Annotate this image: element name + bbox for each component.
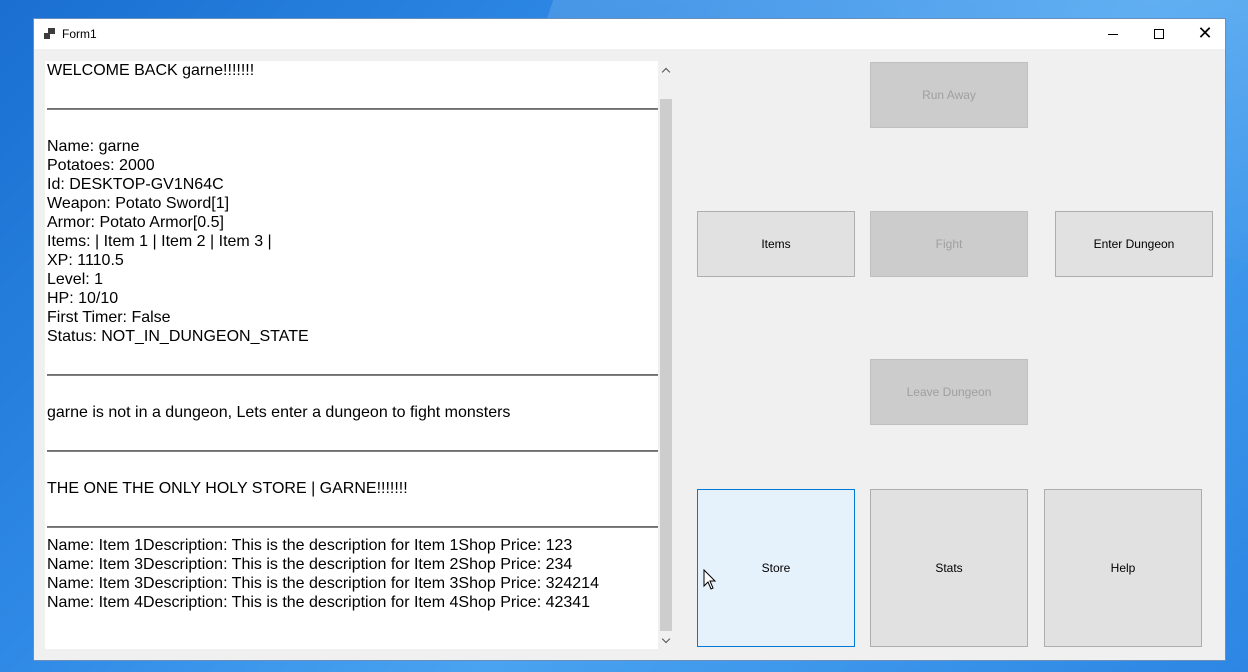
maximize-icon (1154, 29, 1164, 39)
output-textbox[interactable]: WELCOME BACK garne!!!!!!! ——————————————… (45, 61, 659, 649)
text-line: WELCOME BACK garne!!!!!!! (47, 62, 255, 79)
items-button[interactable]: Items (697, 211, 855, 277)
text-line: ————————————————————————————————————————… (47, 366, 659, 383)
close-icon: ✕ (1197, 23, 1213, 44)
text-line: Level: 1 (47, 271, 104, 288)
text-line: Name: Item 4Description: This is the des… (47, 594, 591, 611)
output-text: WELCOME BACK garne!!!!!!! ——————————————… (47, 61, 659, 612)
text-line: Id: DESKTOP-GV1N64C (47, 176, 224, 193)
leave-dungeon-button[interactable]: Leave Dungeon (870, 359, 1028, 425)
minimize-icon (1108, 33, 1118, 35)
help-button[interactable]: Help (1044, 489, 1202, 647)
title-bar[interactable]: Form1 ✕ (34, 19, 1225, 49)
text-line: ————————————————————————————————————————… (47, 100, 659, 117)
scroll-down-button[interactable] (658, 631, 673, 649)
chevron-up-icon (661, 67, 670, 76)
mouse-pointer-icon (703, 569, 717, 590)
text-line: Weapon: Potato Sword[1] (47, 195, 230, 212)
text-line: First Timer: False (47, 309, 171, 326)
fight-button[interactable]: Fight (870, 211, 1028, 277)
scroll-up-button[interactable] (658, 61, 673, 79)
text-line: THE ONE THE ONLY HOLY STORE | GARNE!!!!!… (47, 480, 408, 497)
text-line: Name: Item 3Description: This is the des… (47, 575, 599, 592)
store-button[interactable]: Store (697, 489, 855, 647)
chevron-down-icon (661, 634, 670, 643)
minimize-button[interactable] (1090, 19, 1136, 49)
text-line: Items: | Item 1 | Item 2 | Item 3 | (47, 233, 272, 250)
text-line: Name: garne (47, 138, 140, 155)
text-line: ————————————————————————————————————————… (47, 442, 659, 459)
window-title: Form1 (62, 27, 97, 41)
enter-dungeon-button[interactable]: Enter Dungeon (1055, 211, 1213, 277)
close-button[interactable]: ✕ (1182, 19, 1228, 49)
text-line: ————————————————————————————————————————… (47, 518, 659, 535)
maximize-button[interactable] (1136, 19, 1182, 49)
form-app-icon (44, 28, 55, 39)
scroll-thumb[interactable] (660, 99, 672, 631)
text-line: Name: Item 1Description: This is the des… (47, 537, 573, 554)
text-line: XP: 1110.5 (47, 252, 124, 269)
text-line: Status: NOT_IN_DUNGEON_STATE (47, 328, 309, 345)
text-line: Potatoes: 2000 (47, 157, 155, 174)
main-window: Form1 ✕ WELCOME BACK garne!!!!!!! ——————… (33, 18, 1226, 661)
text-line: Name: Item 3Description: This is the des… (47, 556, 573, 573)
text-line: HP: 10/10 (47, 290, 119, 307)
stats-button[interactable]: Stats (870, 489, 1028, 647)
vertical-scrollbar[interactable] (658, 61, 673, 649)
text-line: Armor: Potato Armor[0.5] (47, 214, 224, 231)
run-away-button[interactable]: Run Away (870, 62, 1028, 128)
text-line: garne is not in a dungeon, Lets enter a … (47, 404, 511, 421)
